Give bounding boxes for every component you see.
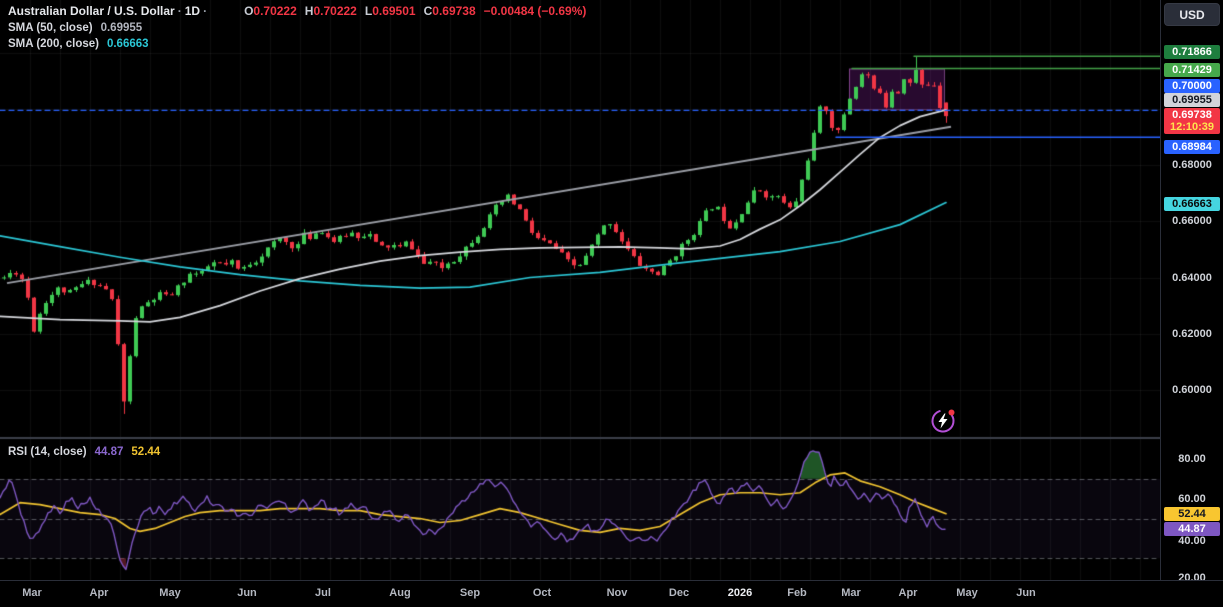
axis-price-label: 0.64000	[1164, 272, 1220, 284]
sma200-value: 0.66663	[107, 38, 149, 50]
time-axis-label: Jun	[237, 587, 257, 599]
timeframe-label[interactable]: 1D	[185, 4, 200, 18]
axis-price-label: 80.00	[1164, 453, 1220, 465]
change-readout: −0.00484 (−0.69%)	[484, 4, 587, 18]
price-badge: 0.69955	[1164, 93, 1220, 107]
title-separator-2: ·	[200, 4, 210, 18]
ohlc-readout: O0.70222H0.70222L0.69501C0.69738−0.00484…	[236, 4, 586, 18]
axis-price-label: 0.66000	[1164, 215, 1220, 227]
sma200-label: SMA (200, close)	[8, 38, 99, 50]
rsi-label: RSI (14, close)	[8, 446, 87, 458]
axis-price-label: 0.68000	[1164, 159, 1220, 171]
time-axis-label: Mar	[22, 587, 42, 599]
time-axis-label: Sep	[460, 587, 480, 599]
price-badge: 0.66663	[1164, 197, 1220, 211]
time-axis-label: Jul	[315, 587, 331, 599]
sma50-label: SMA (50, close)	[8, 22, 93, 34]
price-badge: 44.87	[1164, 522, 1220, 536]
price-badge: 0.6973812:10:39	[1164, 108, 1220, 134]
price-badge: 0.71866	[1164, 45, 1220, 59]
rsi-value: 44.87	[95, 446, 124, 458]
time-axis-label: Oct	[533, 587, 551, 599]
lightning-bolt-icon	[928, 405, 958, 435]
quick-trade-lightning-icon[interactable]	[928, 405, 958, 435]
time-axis-label: Jun	[1016, 587, 1036, 599]
price-badge: 0.70000	[1164, 79, 1220, 93]
axis-price-label: 60.00	[1164, 493, 1220, 505]
time-axis-label: Apr	[90, 587, 109, 599]
title-separator: ·	[175, 4, 185, 18]
sma200-legend[interactable]: SMA (200, close) 0.66663	[8, 35, 586, 51]
symbol-title[interactable]: Australian Dollar / U.S. Dollar	[8, 4, 175, 18]
price-badge: 52.44	[1164, 507, 1220, 521]
time-axis-label: Mar	[841, 587, 861, 599]
sma50-value: 0.69955	[101, 22, 143, 34]
time-axis-label: Aug	[389, 587, 410, 599]
chart-canvas[interactable]	[0, 0, 1160, 580]
tradingview-chart-window: Australian Dollar / U.S. Dollar·1D·O0.70…	[0, 0, 1223, 607]
time-axis[interactable]: Mar Apr May Jun Jul Aug Sep Oct Nov Dec 2026 Feb Mar…	[0, 580, 1223, 607]
time-axis-label: 2026	[728, 587, 752, 599]
price-axis[interactable]: 0.68000 0.66000 0.64000 0.62000 0.60000 80.00…	[1160, 0, 1223, 580]
chart-legend: Australian Dollar / U.S. Dollar·1D·O0.70…	[8, 3, 586, 51]
time-axis-label: Feb	[787, 587, 807, 599]
price-badge: 0.71429	[1164, 63, 1220, 77]
countdown-timer: 12:10:39	[1164, 121, 1220, 133]
notification-dot	[949, 410, 955, 416]
time-axis-label: Dec	[669, 587, 689, 599]
rsi-legend[interactable]: RSI (14, close) 44.87 52.44	[8, 443, 160, 459]
sma50-legend[interactable]: SMA (50, close) 0.69955	[8, 19, 586, 35]
axis-price-label: 40.00	[1164, 535, 1220, 547]
rsi-ma-value: 52.44	[131, 446, 160, 458]
symbol-row: Australian Dollar / U.S. Dollar·1D·O0.70…	[8, 3, 586, 19]
axis-price-label: 0.60000	[1164, 384, 1220, 396]
time-axis-label: May	[956, 587, 977, 599]
time-axis-label: May	[159, 587, 180, 599]
price-badge: 0.68984	[1164, 140, 1220, 154]
currency-toggle-button[interactable]: USD	[1164, 3, 1220, 26]
axis-price-label: 0.62000	[1164, 328, 1220, 340]
time-axis-label: Nov	[607, 587, 628, 599]
time-axis-label: Apr	[899, 587, 918, 599]
